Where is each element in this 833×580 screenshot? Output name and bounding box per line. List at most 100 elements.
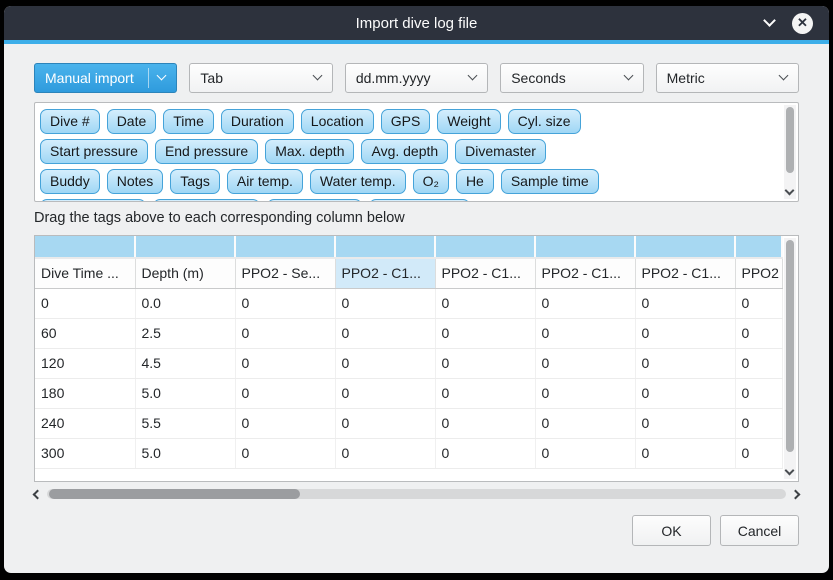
table-cell: 0: [335, 348, 435, 378]
table-row: 2405.5000000: [35, 408, 782, 438]
close-button[interactable]: ✕: [792, 13, 813, 34]
field-tag[interactable]: Water temp.: [310, 169, 406, 194]
field-tag[interactable]: Start pressure: [40, 139, 148, 164]
field-tag[interactable]: Dive #: [40, 109, 100, 134]
column-drop-target[interactable]: [535, 236, 635, 258]
combo-selected-value: Tab: [200, 70, 223, 86]
field-tag[interactable]: Location: [301, 109, 374, 134]
column-drop-target[interactable]: [135, 236, 235, 258]
table-cell: 0: [535, 288, 635, 318]
combo-selected-value: Seconds: [511, 70, 565, 86]
tag-pool-scrollbar[interactable]: [784, 105, 796, 199]
table-cell: 5.0: [135, 378, 235, 408]
combo-selected-value: dd.mm.yyyy: [356, 70, 431, 86]
date-format-combo[interactable]: dd.mm.yyyy: [345, 63, 488, 93]
field-tag[interactable]: Divemaster: [455, 139, 546, 164]
field-tag[interactable]: Notes: [107, 169, 164, 194]
table-row: 00.0000000: [35, 288, 782, 318]
table-cell: 0: [335, 378, 435, 408]
column-drop-target[interactable]: [635, 236, 735, 258]
column-header: Dive Time ...: [35, 258, 135, 288]
tag-row: Start pressure End pressure Max. depth Avg.…: [40, 139, 776, 164]
field-tag[interactable]: Avg. depth: [361, 139, 448, 164]
hscroll-handle[interactable]: [49, 489, 300, 499]
table-cell: 0: [635, 288, 735, 318]
table-scrollbar-horizontal[interactable]: [34, 486, 799, 502]
column-drop-target[interactable]: [335, 236, 435, 258]
table-cell: 0: [635, 318, 735, 348]
instruction-label: Drag the tags above to each correspondin…: [34, 210, 799, 226]
table-cell: 0: [435, 438, 535, 468]
titlebar-buttons: ✕: [765, 6, 813, 40]
table-row: 1805.0000000: [35, 378, 782, 408]
titlebar[interactable]: Import dive log file ✕: [4, 6, 829, 40]
tag-row: Sample depth Sample temp. Sample pO₂ Sample…: [40, 199, 776, 202]
field-tag[interactable]: Tags: [170, 169, 220, 194]
column-drop-target[interactable]: [235, 236, 335, 258]
tag-pool-scrollbar-handle[interactable]: [786, 107, 794, 173]
column-drop-target[interactable]: [435, 236, 535, 258]
field-tag[interactable]: Air temp.: [227, 169, 303, 194]
scroll-right-icon[interactable]: [791, 489, 801, 499]
field-tag[interactable]: Date: [107, 109, 157, 134]
table-cell: 0: [435, 408, 535, 438]
field-separator-combo[interactable]: Tab: [189, 63, 332, 93]
import-mode-combo[interactable]: Manual import: [34, 63, 177, 93]
table-cell: 0: [535, 348, 635, 378]
table-cell: 0: [735, 288, 782, 318]
column-header: PPO2 - C1...: [635, 258, 735, 288]
chevron-down-icon: [468, 71, 478, 81]
csv-table: Dive Time ...Depth (m)PPO2 - Se...PPO2 -…: [35, 236, 783, 469]
table-cell: 240: [35, 408, 135, 438]
units-combo[interactable]: Metric: [656, 63, 799, 93]
field-tag[interactable]: Duration: [221, 109, 294, 134]
field-tag[interactable]: Cyl. size: [508, 109, 581, 134]
field-tag[interactable]: Buddy: [40, 169, 100, 194]
field-tag[interactable]: Sample pO₂: [267, 199, 362, 202]
table-cell: 0: [435, 288, 535, 318]
field-tag[interactable]: Sample depth: [40, 199, 146, 202]
column-header: PPO2 - C1...: [535, 258, 635, 288]
field-tag[interactable]: O₂: [413, 169, 449, 194]
column-drop-target[interactable]: [735, 236, 782, 258]
table-scrollbar-handle[interactable]: [786, 240, 794, 452]
field-tag[interactable]: Time: [163, 109, 214, 134]
field-tag[interactable]: Sample temp.: [153, 199, 259, 202]
table-row: 3005.0000000: [35, 438, 782, 468]
table-cell: 60: [35, 318, 135, 348]
table-cell: 0: [635, 408, 735, 438]
field-tag[interactable]: End pressure: [155, 139, 258, 164]
table-cell: 0: [235, 438, 335, 468]
table-cell: 0.0: [135, 288, 235, 318]
tag-pool: Dive # DateTime Duration Location GPSWeight C…: [34, 102, 799, 202]
table-cell: 0: [735, 348, 782, 378]
hscroll-track[interactable]: [47, 489, 786, 499]
field-tag[interactable]: Sample time: [501, 169, 599, 194]
field-tag[interactable]: Weight: [437, 109, 500, 134]
ok-button[interactable]: OK: [632, 515, 711, 546]
chevron-down-icon: [779, 71, 789, 81]
scroll-down-icon[interactable]: [785, 186, 795, 196]
scroll-left-icon[interactable]: [33, 489, 43, 499]
cancel-button[interactable]: Cancel: [720, 515, 799, 546]
field-tag[interactable]: He: [456, 169, 494, 194]
dialog-footer: OK Cancel: [34, 515, 799, 546]
field-tag[interactable]: Max. depth: [265, 139, 354, 164]
scroll-down-icon[interactable]: [785, 466, 795, 476]
table-scrollbar-vertical[interactable]: [784, 238, 796, 479]
table-cell: 300: [35, 438, 135, 468]
time-format-combo[interactable]: Seconds: [500, 63, 643, 93]
chevron-down-icon[interactable]: [763, 14, 776, 27]
dialog-content: Manual importTabdd.mm.yyyySecondsMetric …: [4, 63, 829, 546]
field-tag[interactable]: Sample CNS: [369, 199, 470, 202]
column-drop-target[interactable]: [35, 236, 135, 258]
table-cell: 0: [235, 318, 335, 348]
table-cell: 0: [535, 438, 635, 468]
table-cell: 0: [735, 378, 782, 408]
column-header: PPO2: [735, 258, 782, 288]
table-cell: 0: [535, 378, 635, 408]
table-cell: 0: [235, 288, 335, 318]
field-tag[interactable]: GPS: [381, 109, 431, 134]
table-cell: 0: [335, 318, 435, 348]
table-cell: 0: [235, 348, 335, 378]
